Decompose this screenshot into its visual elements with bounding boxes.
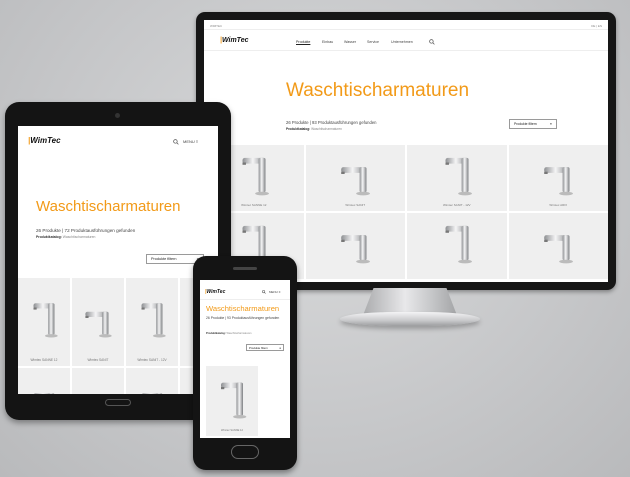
phone-menu-button[interactable]: MENU ≡	[269, 290, 280, 294]
faucet-icon	[242, 157, 269, 196]
product-card[interactable]: Wimtec SANNE 12	[206, 366, 258, 436]
tablet-result-count: 26 Produkte | 72 Produktausführungen gef…	[36, 228, 136, 233]
faucet-icon	[33, 303, 58, 338]
faucet-icon	[341, 167, 371, 196]
phone-speaker	[233, 267, 257, 270]
desktop-search-icon[interactable]	[429, 39, 435, 45]
product-card[interactable]	[508, 213, 609, 279]
product-name: Wimtec SANNE 12	[241, 203, 267, 208]
product-image	[306, 145, 406, 203]
phone-home-button[interactable]	[231, 445, 259, 459]
phone-page-title: Waschtischarmaturen	[206, 304, 280, 313]
product-image	[509, 145, 609, 203]
product-image	[72, 368, 124, 394]
tablet-logo[interactable]: |WimTec	[28, 136, 61, 145]
product-image	[18, 278, 70, 358]
product-card[interactable]	[305, 213, 406, 279]
desktop-screen: WIMTEC DE | EN |WimTec Produkte Einbau W…	[204, 20, 608, 282]
product-card[interactable]: Wimtec SANIT - 12V	[407, 145, 507, 211]
product-name: Wimtec SANIT - 12V	[442, 203, 471, 208]
product-name: Wimtec SANNE 12	[30, 357, 58, 362]
product-card[interactable]	[18, 368, 70, 394]
tablet-page-title: Waschtischarmaturen	[36, 198, 181, 215]
faucet-icon	[221, 382, 247, 419]
product-card[interactable]	[72, 368, 124, 394]
product-image	[509, 213, 609, 271]
desktop-topbar-left: WIMTEC	[210, 24, 223, 28]
phone-filter-button[interactable]: Produkte filtern ≡	[246, 344, 284, 351]
tablet-screen: |WimTec MENU ≡ Waschtischarmaturen 26 Pr…	[18, 126, 218, 394]
desktop-header-divider	[204, 50, 608, 51]
product-name: Wimtec SANNE 12	[221, 429, 243, 433]
faucet-icon	[77, 387, 119, 394]
phone-product-grid: Wimtec SANNE 12	[206, 366, 258, 436]
tablet-home-button[interactable]	[105, 399, 131, 406]
desktop-page-title: Waschtischarmaturen	[286, 80, 470, 101]
filter-icon: ≡	[550, 122, 552, 126]
faucet-icon	[544, 167, 574, 196]
nav-service[interactable]: Service	[367, 40, 379, 44]
product-name: Wimtec SANIT	[87, 357, 109, 362]
product-card[interactable]: Wimtec SANIT	[72, 278, 124, 366]
phone-search-icon[interactable]	[262, 290, 266, 294]
desktop-topbar-divider	[204, 29, 608, 30]
product-card[interactable]: Wimtec SANIT	[305, 145, 406, 211]
faucet-icon	[141, 393, 163, 394]
tablet-search-icon[interactable]	[173, 139, 179, 145]
product-card[interactable]: Wimtec SANIT - 12V	[126, 278, 178, 366]
tablet-camera	[115, 113, 120, 118]
product-image	[126, 278, 178, 358]
phone-logo[interactable]: |WimTec	[205, 289, 225, 295]
phone-screen: |WimTec MENU ≡ Waschtischarmaturen 26 Pr…	[200, 280, 290, 438]
faucet-icon	[445, 157, 472, 196]
product-card[interactable]	[407, 213, 507, 279]
product-image	[306, 213, 406, 271]
nav-wasser[interactable]: Wasser	[344, 40, 356, 44]
faucet-icon	[33, 393, 55, 394]
desktop-logo[interactable]: |WimTec	[220, 37, 249, 44]
product-image	[72, 278, 124, 358]
filter-icon: ≡	[279, 345, 281, 350]
nav-unternehmen[interactable]: Unternehmen	[391, 40, 413, 44]
desktop-active-filter: Produktkatalog: Waschtischarmaturen	[286, 127, 342, 131]
faucet-icon	[544, 235, 574, 264]
phone-result-count: 26 Produkte | 93 Produktausführungen gef…	[206, 316, 280, 320]
tablet-active-filter: Produktkatalog: Waschtischarmaturen	[36, 235, 96, 239]
product-card[interactable]: Wimtec ARIX	[508, 145, 609, 211]
monitor-stand-base	[340, 312, 480, 326]
product-image	[407, 145, 507, 203]
faucet-icon	[85, 311, 112, 338]
product-image	[407, 213, 507, 271]
desktop-topbar-right[interactable]: DE | EN	[591, 24, 602, 28]
desktop-monitor: WIMTEC DE | EN |WimTec Produkte Einbau W…	[196, 12, 616, 290]
product-image	[206, 366, 258, 429]
desktop-filter-button[interactable]: Produkte filtern ≡	[509, 119, 557, 129]
faucet-icon	[341, 235, 371, 264]
product-image	[18, 368, 70, 394]
hamburger-icon: ≡	[278, 290, 281, 294]
tablet-product-grid: Wimtec SANNE 12 Wimtec SANIT Wimtec SANI…	[18, 278, 218, 394]
product-name: Wimtec ARIX	[549, 203, 568, 208]
hamburger-icon: ≡	[195, 139, 199, 144]
nav-einbau[interactable]: Einbau	[322, 40, 333, 44]
phone-active-filter: Produktkatalog: Waschtischarmaturen	[206, 332, 252, 335]
product-card[interactable]	[126, 368, 178, 394]
faucet-icon	[445, 225, 472, 264]
product-name: Wimtec SANIT - 12V	[137, 357, 167, 362]
faucet-icon	[141, 303, 166, 338]
nav-produkte[interactable]: Produkte	[296, 40, 310, 44]
product-image	[126, 368, 178, 394]
desktop-result-count: 26 Produkte | 93 Produktausführungen gef…	[286, 120, 377, 125]
product-card[interactable]: Wimtec SANNE 12	[18, 278, 70, 366]
phone-header-divider	[200, 299, 290, 300]
product-name: Wimtec SANIT	[345, 203, 366, 208]
tablet-menu-button[interactable]: MENU ≡	[183, 139, 198, 144]
phone-device: |WimTec MENU ≡ Waschtischarmaturen 26 Pr…	[193, 256, 297, 470]
